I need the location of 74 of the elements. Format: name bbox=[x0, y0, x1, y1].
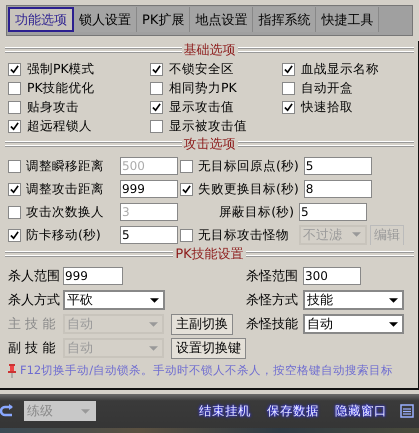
caret-icon bbox=[389, 322, 398, 326]
option-label: 显示被攻击值 bbox=[169, 118, 247, 135]
action-button[interactable]: 保存数据 bbox=[264, 402, 322, 420]
tab[interactable]: 指挥系统 bbox=[253, 7, 316, 32]
section-title: 基础选项 bbox=[182, 41, 238, 59]
checkbox[interactable] bbox=[8, 63, 21, 76]
dropdown[interactable]: 平砍 bbox=[63, 290, 165, 310]
option-label: 攻击次数换人 bbox=[26, 204, 105, 220]
caret-icon bbox=[389, 298, 398, 302]
section-title: 攻击选项 bbox=[182, 135, 238, 153]
checkbox[interactable] bbox=[282, 101, 295, 114]
option-label: 自动开盒 bbox=[301, 80, 353, 97]
menu-icon[interactable] bbox=[400, 404, 414, 418]
tab[interactable]: 地点设置 bbox=[190, 7, 254, 32]
caret-icon bbox=[149, 346, 158, 350]
option-label: 强制PK模式 bbox=[27, 61, 95, 78]
field-label: 杀人范围 bbox=[8, 268, 58, 285]
option-label: 调整瞬移距离 bbox=[26, 158, 105, 174]
dropdown[interactable]: 自动 bbox=[303, 314, 404, 334]
hint-text: F12切换手动/自动锁杀。手动时不锁人不杀人，按空格键自动搜索目标 bbox=[20, 363, 394, 378]
option-label: 无目标攻击怪物 bbox=[198, 226, 290, 244]
option-label: 调整攻击距离 bbox=[26, 180, 105, 198]
number-field[interactable]: 5 bbox=[120, 226, 178, 244]
checkbox[interactable] bbox=[180, 182, 193, 196]
field-label: 副 技 能 bbox=[8, 340, 56, 357]
refresh-icon[interactable] bbox=[0, 404, 14, 418]
checkbox[interactable] bbox=[282, 82, 295, 95]
option-label: 相同势力PK bbox=[169, 80, 237, 97]
option-label: 防卡移动(秒) bbox=[26, 226, 102, 244]
option-label: 无目标回原点(秒) bbox=[198, 158, 299, 174]
tab[interactable]: 锁人设置 bbox=[74, 7, 137, 32]
checkbox[interactable] bbox=[150, 120, 163, 133]
option-label: 屏蔽目标(秒) bbox=[218, 204, 294, 220]
checkbox[interactable] bbox=[150, 101, 163, 114]
field-label: 主 技 能 bbox=[8, 316, 56, 333]
option-label: 超远程锁人 bbox=[27, 118, 92, 135]
number-field[interactable]: 5 bbox=[299, 203, 367, 221]
number-field[interactable]: 999 bbox=[63, 267, 123, 285]
option-label: PK技能优化 bbox=[27, 80, 95, 97]
checkbox[interactable] bbox=[8, 82, 21, 95]
checkbox[interactable] bbox=[8, 182, 21, 196]
option-label: 不锁安全区 bbox=[169, 61, 234, 78]
field-label: 杀怪方式 bbox=[246, 292, 298, 309]
field-label: 杀怪技能 bbox=[246, 316, 298, 333]
number-field[interactable]: 300 bbox=[303, 267, 361, 285]
number-field[interactable]: 999 bbox=[120, 180, 178, 198]
pushpin-icon bbox=[8, 364, 16, 378]
tab[interactable]: 快捷工具 bbox=[316, 7, 380, 32]
field-label: 杀怪范围 bbox=[246, 268, 298, 285]
number-field[interactable]: 8 bbox=[304, 180, 372, 198]
option-label: 贴身攻击 bbox=[27, 99, 79, 116]
checkbox[interactable] bbox=[8, 101, 21, 114]
action-button[interactable]: 结束挂机 bbox=[196, 402, 254, 420]
option-label: 血战显示名称 bbox=[301, 61, 379, 78]
option-label: 失败更换目标(秒) bbox=[198, 180, 299, 198]
checkbox[interactable] bbox=[8, 120, 21, 133]
number-field[interactable]: 5 bbox=[304, 157, 372, 175]
checkbox[interactable] bbox=[180, 160, 193, 172]
caret-icon bbox=[150, 298, 159, 302]
tab[interactable]: 功能选项 bbox=[8, 7, 74, 32]
field-label: 杀人方式 bbox=[8, 292, 58, 309]
option-label: 快速拾取 bbox=[301, 99, 353, 116]
checkbox[interactable] bbox=[150, 82, 163, 95]
option-label: 显示攻击值 bbox=[169, 99, 234, 116]
caret-icon bbox=[149, 322, 158, 326]
caret-icon bbox=[81, 408, 90, 414]
tab[interactable]: PK扩展 bbox=[137, 7, 190, 32]
action-button[interactable]: 隐藏窗口 bbox=[332, 402, 390, 420]
checkbox[interactable] bbox=[150, 63, 163, 76]
caret-icon bbox=[352, 232, 361, 237]
dropdown[interactable]: 技能 bbox=[303, 290, 404, 310]
checkbox[interactable] bbox=[8, 228, 21, 242]
checkbox[interactable] bbox=[282, 63, 295, 76]
section-title: PK技能设置 bbox=[173, 245, 246, 263]
